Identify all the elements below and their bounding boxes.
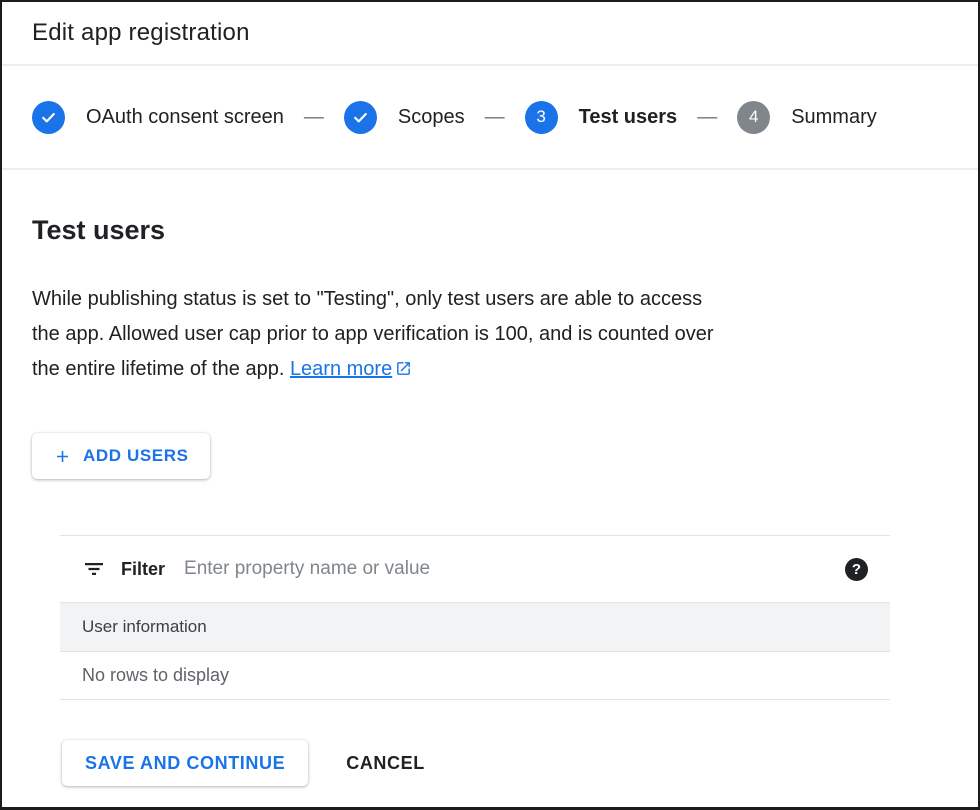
step-label: Summary [791, 106, 877, 129]
stepper: OAuth consent screen — Scopes — 3 Test u… [2, 66, 978, 170]
description-text: While publishing status is set to "Testi… [32, 282, 877, 389]
main-content: Test users While publishing status is se… [2, 214, 978, 786]
check-circle-icon [344, 101, 377, 134]
step-label: Scopes [398, 106, 465, 129]
step-scopes[interactable]: Scopes [344, 101, 465, 134]
section-heading: Test users [32, 214, 948, 246]
empty-message: No rows to display [82, 665, 229, 686]
page-header: Edit app registration [2, 2, 978, 66]
external-link-icon [395, 354, 412, 389]
description-line: the app. Allowed user cap prior to app v… [32, 317, 877, 352]
description-line: While publishing status is set to "Testi… [32, 282, 877, 317]
step-test-users[interactable]: 3 Test users [525, 101, 678, 134]
check-circle-icon [32, 101, 65, 134]
step-label: OAuth consent screen [86, 106, 284, 129]
add-users-label: ADD USERS [83, 446, 189, 466]
help-icon[interactable]: ? [845, 558, 868, 581]
page-title: Edit app registration [32, 19, 250, 47]
step-label: Test users [579, 106, 678, 129]
table-empty-row: No rows to display [60, 652, 890, 700]
filter-label: Filter [121, 559, 165, 580]
filter-input[interactable] [180, 558, 830, 580]
step-separator: — [304, 106, 324, 129]
column-header-label: User information [82, 617, 207, 637]
edit-app-registration-page: { "colors": { "accent_blue": "#1a73e8", … [0, 0, 980, 810]
step-number-icon: 4 [737, 101, 770, 134]
plus-icon [53, 447, 72, 466]
add-users-button[interactable]: ADD USERS [32, 433, 210, 479]
table-column-header: User information [60, 602, 890, 652]
step-number: 3 [536, 107, 545, 127]
save-and-continue-button[interactable]: SAVE AND CONTINUE [62, 740, 308, 786]
step-separator: — [485, 106, 505, 129]
learn-more-link[interactable]: Learn more [290, 358, 392, 380]
step-number: 4 [749, 107, 758, 127]
description-line: the entire lifetime of the app. [32, 358, 284, 380]
step-number-icon: 3 [525, 101, 558, 134]
step-separator: — [697, 106, 717, 129]
cancel-button[interactable]: CANCEL [346, 753, 425, 774]
filter-bar: Filter ? [60, 536, 890, 602]
footer-actions: SAVE AND CONTINUE CANCEL [32, 740, 948, 786]
test-users-table: Filter ? User information No rows to dis… [60, 535, 890, 700]
step-summary[interactable]: 4 Summary [737, 101, 877, 134]
step-oauth-consent-screen[interactable]: OAuth consent screen [32, 101, 284, 134]
filter-icon [82, 557, 106, 581]
